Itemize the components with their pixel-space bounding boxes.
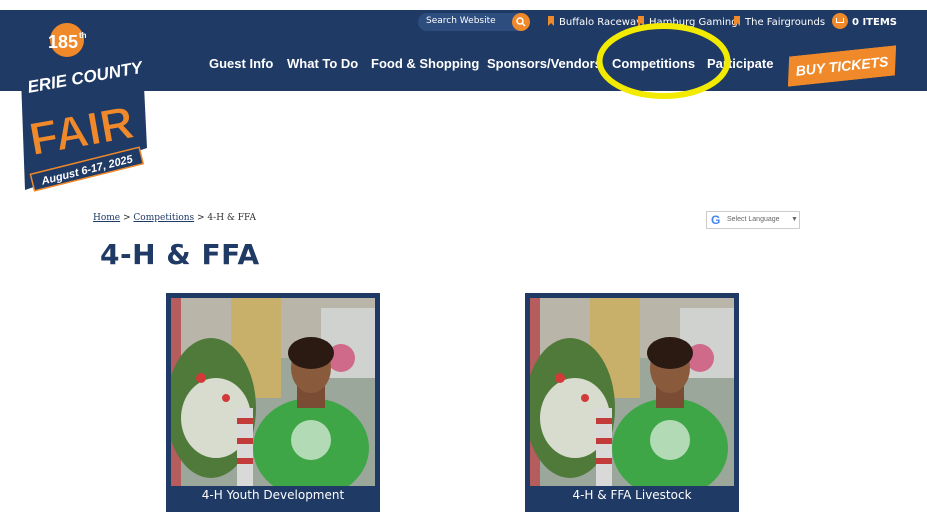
nav-food-shopping[interactable]: Food & Shopping bbox=[371, 56, 479, 71]
nav-guest-info[interactable]: Guest Info bbox=[209, 56, 273, 71]
logo-anniversary: 185 bbox=[48, 32, 78, 52]
search-box[interactable]: Search Website bbox=[418, 13, 530, 31]
language-select-label: Select Language bbox=[727, 216, 780, 223]
cart-count: 0 ITEMS bbox=[852, 17, 897, 28]
breadcrumb: Home > Competitions > 4-H & FFA bbox=[93, 213, 256, 223]
google-icon: G bbox=[711, 213, 721, 227]
card-label: 4-H & FFA Livestock bbox=[572, 488, 692, 502]
link-label: Buffalo Raceway bbox=[559, 17, 643, 28]
card-4h-youth-development[interactable]: 4-H Youth Development bbox=[166, 293, 380, 512]
cart-button[interactable]: 0 ITEMS bbox=[832, 13, 897, 29]
chevron-down-icon: ▼ bbox=[791, 216, 798, 223]
card-photo bbox=[171, 298, 375, 486]
language-select[interactable]: G Select Language ▼ bbox=[706, 211, 800, 229]
logo-suffix: th bbox=[79, 31, 87, 40]
link-the-fairgrounds[interactable]: The Fairgrounds bbox=[734, 16, 825, 28]
buy-tickets-button[interactable]: BUY TICKETS bbox=[785, 45, 900, 87]
card-4h-ffa-livestock[interactable]: 4-H & FFA Livestock bbox=[525, 293, 739, 512]
search-icon[interactable] bbox=[512, 13, 530, 31]
nav-sponsors-vendors[interactable]: Sponsors/Vendors bbox=[487, 56, 602, 71]
page-title: 4-H & FFA bbox=[100, 238, 260, 271]
link-buffalo-raceway[interactable]: Buffalo Raceway bbox=[548, 16, 642, 28]
breadcrumb-competitions[interactable]: Competitions bbox=[133, 213, 194, 223]
buy-tickets-label: BUY TICKETS bbox=[794, 53, 890, 79]
cart-icon bbox=[832, 13, 848, 29]
nav-competitions[interactable]: Competitions bbox=[612, 56, 695, 71]
nav-participate[interactable]: Participate bbox=[707, 56, 773, 71]
bookmark-icon bbox=[734, 16, 740, 26]
card-label: 4-H Youth Development bbox=[201, 488, 345, 502]
link-label: The Fairgrounds bbox=[745, 17, 826, 28]
link-label: Hamburg Gaming bbox=[649, 17, 738, 28]
breadcrumb-current: 4-H & FFA bbox=[207, 213, 256, 223]
bookmark-icon bbox=[638, 16, 644, 26]
breadcrumb-home[interactable]: Home bbox=[93, 213, 120, 223]
nav-what-to-do[interactable]: What To Do bbox=[287, 56, 358, 71]
breadcrumb-separator: > bbox=[194, 213, 208, 223]
breadcrumb-separator: > bbox=[120, 213, 134, 223]
card-photo bbox=[530, 298, 734, 486]
erie-county-fair-logo[interactable]: 185 th ERIE COUNTY FAIR August 6-17, 202… bbox=[17, 18, 151, 196]
link-hamburg-gaming[interactable]: Hamburg Gaming bbox=[638, 16, 738, 28]
search-input[interactable]: Search Website bbox=[426, 16, 496, 26]
bookmark-icon bbox=[548, 16, 554, 26]
